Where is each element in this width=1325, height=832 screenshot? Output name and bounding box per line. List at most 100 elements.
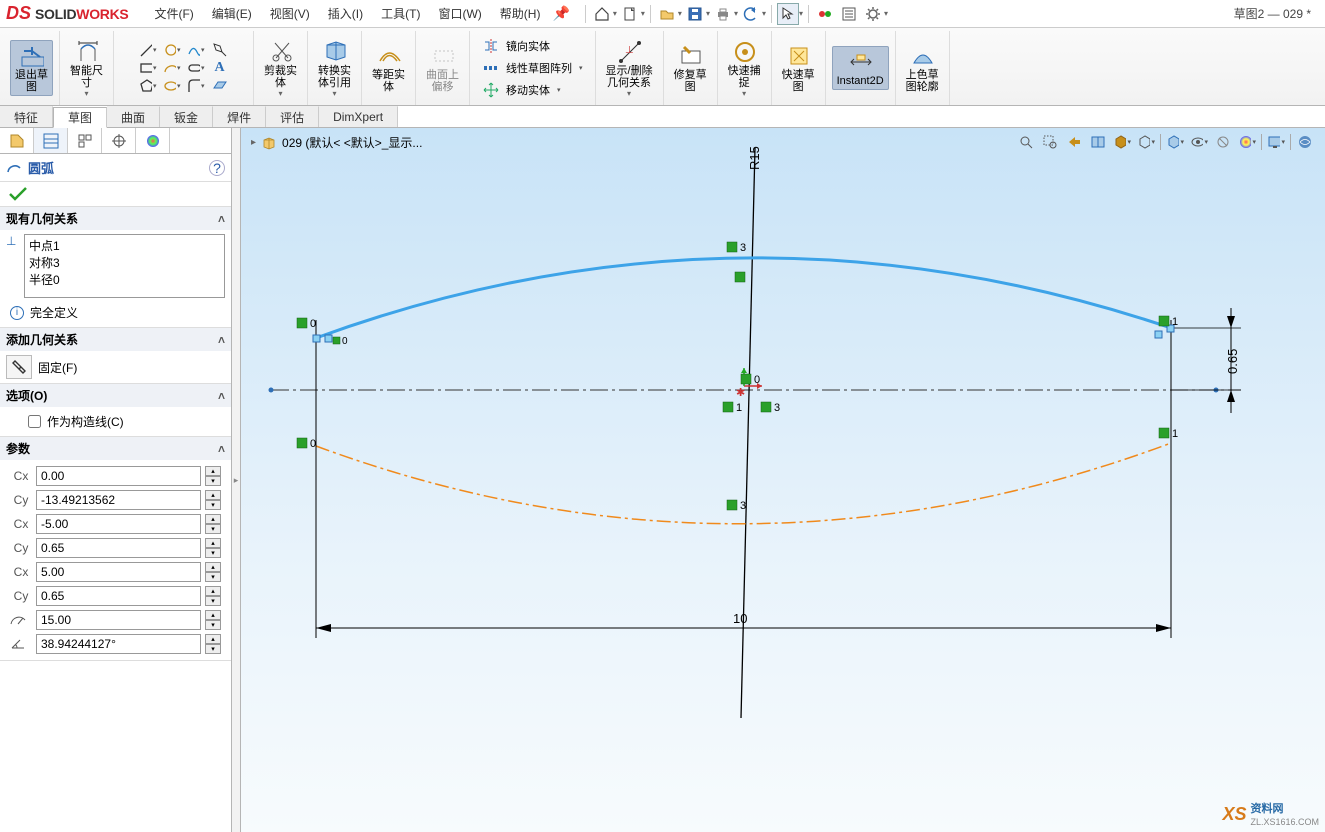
home-button[interactable] — [591, 3, 613, 25]
rectangle-tool[interactable] — [139, 59, 157, 77]
panel-splitter[interactable]: ▸ — [232, 128, 241, 832]
shade-contour-button[interactable]: 上色草图轮廓 — [902, 41, 943, 95]
save-button[interactable] — [684, 3, 706, 25]
spin-up[interactable]: ▴ — [205, 490, 221, 500]
center-y-input[interactable] — [36, 490, 201, 510]
tab-surfaces[interactable]: 曲面 — [107, 106, 160, 127]
tab-features[interactable]: 特征 — [0, 106, 53, 127]
brand-solid: SOLID — [35, 6, 76, 22]
tab-evaluate[interactable]: 评估 — [266, 106, 319, 127]
dimxpert-tab[interactable] — [102, 128, 136, 153]
settings-button[interactable] — [862, 3, 884, 25]
circle-tool[interactable] — [163, 41, 181, 59]
existing-relations-header[interactable]: 现有几何关系˄ — [0, 207, 231, 230]
spin-down[interactable]: ▾ — [205, 548, 221, 558]
repair-sketch-button[interactable]: 修复草图 — [670, 41, 711, 95]
select-button[interactable] — [777, 3, 799, 25]
angle-input[interactable] — [36, 634, 201, 654]
spin-down[interactable]: ▾ — [205, 500, 221, 510]
pin-icon[interactable]: 📌 — [552, 5, 569, 22]
menu-view[interactable]: 视图(V) — [268, 3, 312, 24]
tab-dimxpert[interactable]: DimXpert — [319, 106, 398, 127]
start-y-input[interactable] — [36, 538, 201, 558]
menu-help[interactable]: 帮助(H) — [498, 3, 543, 24]
fix-relation-button[interactable] — [6, 355, 32, 379]
property-manager-tab[interactable] — [34, 128, 68, 153]
linear-pattern-button[interactable]: 线性草图阵列 — [476, 57, 589, 79]
menu-tools[interactable]: 工具(T) — [379, 3, 422, 24]
configuration-tab[interactable] — [68, 128, 102, 153]
rebuild-button[interactable] — [814, 3, 836, 25]
relation-item[interactable]: 半径0 — [29, 271, 220, 288]
tab-sheetmetal[interactable]: 钣金 — [160, 106, 213, 127]
menu-file[interactable]: 文件(F) — [152, 3, 195, 24]
spin-down[interactable]: ▾ — [205, 596, 221, 606]
menu-edit[interactable]: 编辑(E) — [210, 3, 254, 24]
spin-up[interactable]: ▴ — [205, 538, 221, 548]
options-header[interactable]: 选项(O)˄ — [0, 384, 231, 407]
undo-button[interactable] — [740, 3, 762, 25]
quick-snaps-button[interactable]: 快速捕捉▾ — [724, 37, 765, 100]
add-relations-header[interactable]: 添加几何关系˄ — [0, 328, 231, 351]
convert-entities-button[interactable]: 转换实体引用▾ — [314, 37, 355, 100]
menu-insert[interactable]: 插入(I) — [326, 3, 365, 24]
quick-access-toolbar: ▾ ▾ ▾ ▾ ▾ ▾ ▾ ▾ — [582, 3, 888, 25]
mirror-entities-button[interactable]: 镜向实体 — [476, 35, 556, 57]
spin-down[interactable]: ▾ — [205, 524, 221, 534]
arc-tool[interactable] — [163, 59, 181, 77]
polygon-tool[interactable] — [139, 77, 157, 95]
end-y-input[interactable] — [36, 586, 201, 606]
fillet-tool[interactable] — [187, 77, 205, 95]
spline-tool[interactable] — [187, 41, 205, 59]
spin-up[interactable]: ▴ — [205, 634, 221, 644]
tab-sketch[interactable]: 草图 — [53, 107, 107, 128]
spin-down[interactable]: ▾ — [205, 620, 221, 630]
instant2d-button[interactable]: Instant2D — [832, 46, 889, 90]
display-relations-button[interactable]: ⊥ 显示/删除几何关系▾ — [602, 37, 657, 100]
svg-text:0: 0 — [310, 318, 316, 330]
spin-up[interactable]: ▴ — [205, 586, 221, 596]
spin-down[interactable]: ▾ — [205, 572, 221, 582]
line-tool[interactable] — [139, 41, 157, 59]
spin-up[interactable]: ▴ — [205, 514, 221, 524]
smart-dimension-button[interactable]: 智能尺寸 ▾ — [66, 37, 107, 100]
open-button[interactable] — [656, 3, 678, 25]
ok-checkmark-icon[interactable] — [8, 186, 28, 202]
spin-up[interactable]: ▴ — [205, 466, 221, 476]
relations-listbox[interactable]: 中点1 对称3 半径0 — [24, 234, 225, 298]
graphics-area[interactable]: ▸ 029 (默认< <默认>_显示... — [241, 128, 1325, 832]
options-button[interactable] — [838, 3, 860, 25]
pm-header: 圆弧 ? — [0, 154, 231, 182]
relation-item[interactable]: 中点1 — [29, 237, 220, 254]
spin-up[interactable]: ▴ — [205, 610, 221, 620]
offset-entities-button[interactable]: 等距实体 — [368, 41, 409, 95]
new-button[interactable] — [619, 3, 641, 25]
construction-checkbox[interactable] — [28, 415, 41, 428]
ellipse-tool[interactable] — [163, 77, 181, 95]
exit-sketch-button[interactable]: 退出草图 — [10, 40, 53, 96]
radius-icon — [10, 614, 32, 626]
radius-input[interactable] — [36, 610, 201, 630]
end-x-input[interactable] — [36, 562, 201, 582]
tab-weldments[interactable]: 焊件 — [213, 106, 266, 127]
spin-up[interactable]: ▴ — [205, 562, 221, 572]
print-button[interactable] — [712, 3, 734, 25]
menu-window[interactable]: 窗口(W) — [436, 3, 483, 24]
brand-works: WORKS — [76, 6, 128, 22]
plane-tool[interactable] — [211, 77, 229, 95]
move-entities-button[interactable]: 移动实体 — [476, 79, 567, 101]
spin-down[interactable]: ▾ — [205, 476, 221, 486]
relation-item[interactable]: 对称3 — [29, 254, 220, 271]
slot-tool[interactable] — [187, 59, 205, 77]
help-icon[interactable]: ? — [209, 160, 225, 176]
point-tool[interactable] — [211, 41, 229, 59]
rapid-sketch-button[interactable]: 快速草图 — [778, 41, 819, 95]
parameters-header[interactable]: 参数˄ — [0, 437, 231, 460]
center-x-input[interactable] — [36, 466, 201, 486]
text-tool[interactable]: A — [211, 59, 229, 77]
feature-tree-tab[interactable] — [0, 128, 34, 153]
trim-entities-button[interactable]: 剪裁实体▾ — [260, 37, 301, 100]
spin-down[interactable]: ▾ — [205, 644, 221, 654]
appearances-tab[interactable] — [136, 128, 170, 153]
start-x-input[interactable] — [36, 514, 201, 534]
